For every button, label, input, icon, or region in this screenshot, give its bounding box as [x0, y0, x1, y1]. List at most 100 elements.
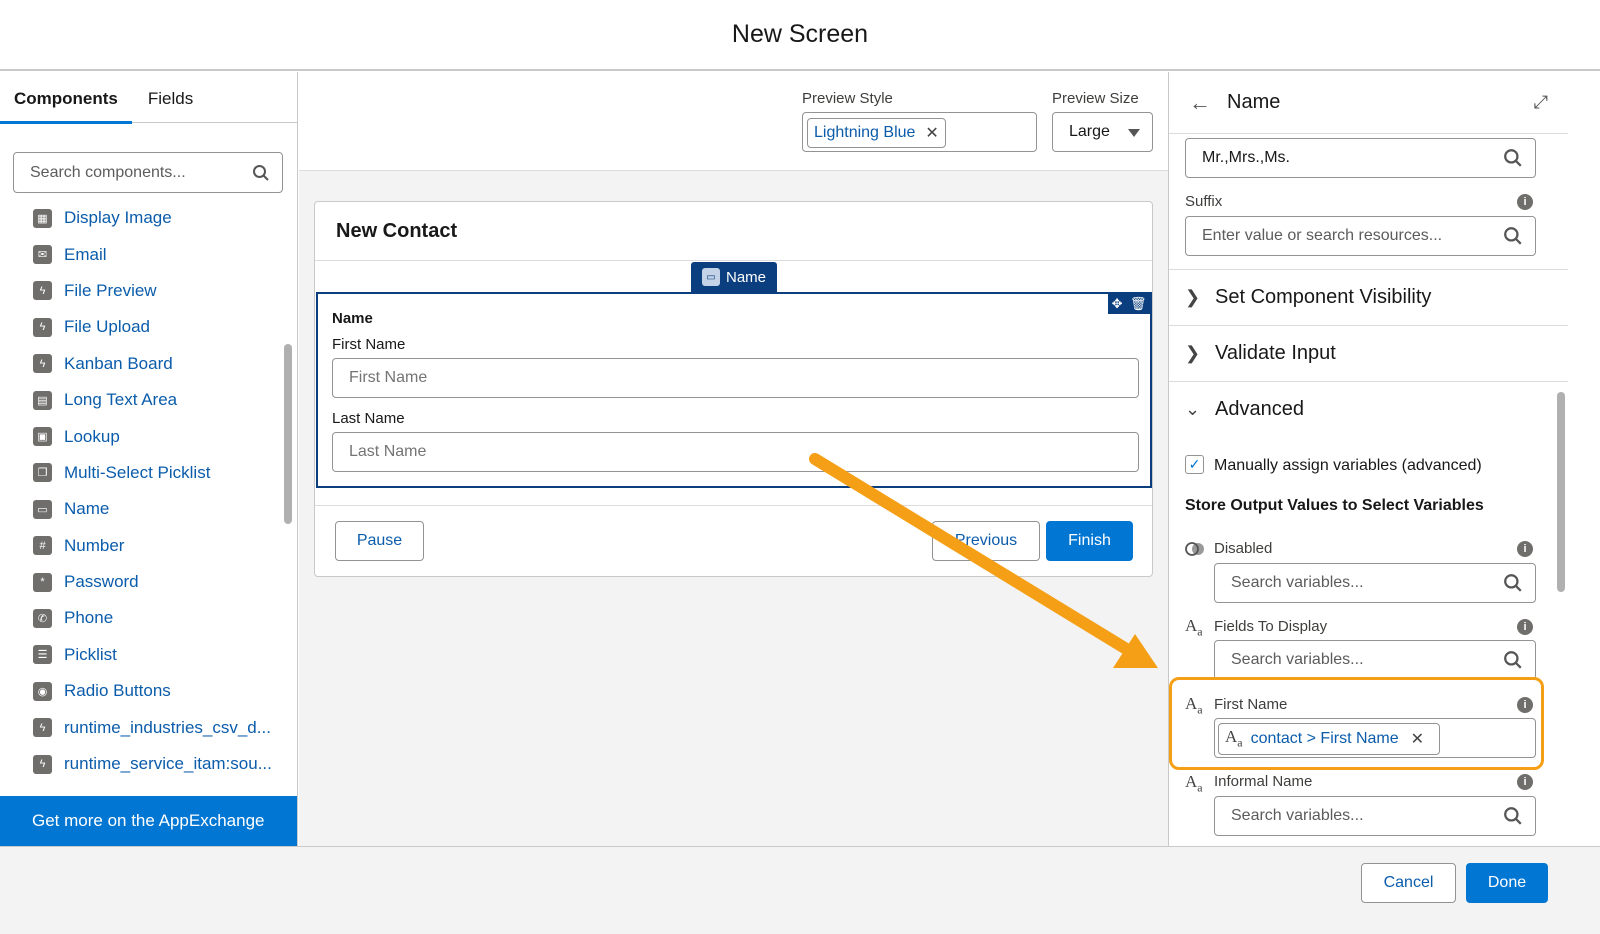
selected-component-tag[interactable]: ▭ Name [691, 262, 777, 292]
info-icon[interactable]: i [1517, 194, 1533, 210]
callout-highlight [1169, 677, 1544, 770]
preview-size-label: Preview Size [1052, 90, 1139, 107]
lightning-icon: ϟ [33, 281, 52, 301]
section-visibility[interactable]: ❯ Set Component Visibility [1169, 269, 1568, 325]
list-item[interactable]: ▭ Name [0, 491, 285, 527]
picklist-icon: ☰ [33, 645, 52, 665]
fields-display-variable-field[interactable]: Search variables... [1214, 640, 1536, 680]
panel-title: Name [1227, 91, 1281, 113]
search-icon [1504, 807, 1522, 825]
list-item[interactable]: ϟ runtime_industries_csv_d... [0, 709, 285, 745]
move-icon[interactable]: ✥ [1112, 296, 1123, 312]
informal-name-label: Informal Name [1214, 773, 1313, 790]
disabled-label: Disabled [1214, 540, 1273, 557]
first-name-label: First Name [332, 336, 406, 353]
list-item[interactable]: ▦ Display Image [0, 200, 285, 236]
components-panel: Components Fields ▦Display Image ✉Email … [0, 72, 298, 862]
search-icon [1504, 149, 1522, 167]
lightning-icon: ϟ [33, 718, 52, 738]
previous-button[interactable]: Previous [932, 521, 1040, 561]
component-search[interactable] [13, 152, 283, 193]
right-scrollbar[interactable] [1557, 392, 1565, 592]
number-icon: # [33, 536, 52, 556]
preview-style-pill[interactable]: Lightning Blue ✕ [807, 118, 946, 148]
info-icon[interactable]: i [1517, 541, 1533, 557]
suffix-field[interactable]: Enter value or search resources... [1185, 216, 1536, 256]
left-scrollbar[interactable] [284, 344, 292, 524]
finish-button[interactable]: Finish [1046, 521, 1133, 561]
list-item[interactable]: ✆ Phone [0, 600, 285, 636]
store-output-heading: Store Output Values to Select Variables [1185, 497, 1484, 514]
list-item[interactable]: ϟ File Preview [0, 273, 285, 309]
component-list: ▦ Display Image ✉ Email ϟ File Preview ϟ Fil… [0, 200, 285, 782]
modal-footer: Cancel Done [0, 846, 1600, 934]
list-item[interactable]: ϟ Kanban Board [0, 346, 285, 382]
panel-header: ← Name ⤢ [1169, 72, 1568, 134]
list-item[interactable]: ✉ Email [0, 236, 285, 272]
done-button[interactable]: Done [1466, 863, 1548, 903]
cancel-button[interactable]: Cancel [1361, 863, 1456, 903]
name-card-icon: ▭ [33, 499, 52, 519]
list-item[interactable]: ϟ runtime_service_itam:sou... [0, 746, 285, 782]
expand-icon[interactable]: ⤢ [1534, 92, 1548, 113]
info-icon[interactable]: i [1517, 619, 1533, 635]
search-input[interactable] [30, 163, 252, 182]
password-icon: * [33, 572, 52, 592]
first-name-field[interactable]: First Name [332, 358, 1139, 398]
list-item[interactable]: ❐ Multi-Select Picklist [0, 455, 285, 491]
disabled-variable-field[interactable]: Search variables... [1214, 563, 1536, 603]
screen-card: New Contact ▭ Name ✥ 🗑 Name First Name F… [314, 201, 1153, 577]
back-arrow-icon[interactable]: ← [1189, 90, 1211, 116]
lookup-icon: ▣ [33, 427, 52, 447]
chevron-right-icon: ❯ [1185, 287, 1201, 307]
preview-size-select[interactable]: Large [1052, 112, 1153, 152]
radio-icon: ◉ [33, 681, 52, 701]
tab-components[interactable]: Components [0, 72, 132, 124]
list-item[interactable]: ◉ Radio Buttons [0, 673, 285, 709]
chevron-right-icon: ❯ [1185, 343, 1201, 363]
lightning-icon: ϟ [33, 754, 52, 774]
section-advanced[interactable]: ⌄ Advanced [1169, 381, 1568, 437]
preview-style-field[interactable]: Lightning Blue ✕ [802, 112, 1037, 152]
last-name-field[interactable]: Last Name [332, 432, 1139, 472]
panel-tabs: Components Fields [0, 72, 297, 124]
chevron-down-icon: ⌄ [1185, 399, 1201, 419]
delete-icon[interactable]: 🗑 [1130, 296, 1147, 312]
lightning-icon: ϟ [33, 354, 52, 374]
textarea-icon: ▤ [33, 390, 52, 410]
list-item[interactable]: ▤ Long Text Area [0, 382, 285, 418]
section-validate[interactable]: ❯ Validate Input [1169, 325, 1568, 381]
list-item[interactable]: * Password [0, 564, 285, 600]
fields-display-label: Fields To Display [1214, 618, 1328, 635]
list-item[interactable]: # Number [0, 528, 285, 564]
last-name-label: Last Name [332, 410, 405, 427]
modal-header: New Screen [0, 0, 1600, 71]
text-type-icon: Aa [1185, 772, 1203, 795]
name-component[interactable]: ✥ 🗑 Name First Name First Name Last Name… [316, 292, 1152, 488]
modal-title: New Screen [731, 20, 869, 48]
pause-button[interactable]: Pause [335, 521, 424, 561]
informal-name-variable-field[interactable]: Search variables... [1214, 796, 1536, 836]
properties-panel: ← Name ⤢ Mr.,Mrs.,Ms. Suffix i Enter val… [1168, 72, 1568, 846]
salutation-field[interactable]: Mr.,Mrs.,Ms. [1185, 138, 1536, 178]
search-icon [1504, 574, 1522, 592]
remove-icon[interactable]: ✕ [925, 123, 938, 143]
preview-bar: Preview Style Lightning Blue ✕ Preview Si… [299, 72, 1169, 171]
info-icon[interactable]: i [1517, 774, 1533, 790]
divider [315, 505, 1152, 506]
preview-style-label: Preview Style [802, 90, 893, 107]
tab-fields[interactable]: Fields [148, 72, 193, 123]
list-item[interactable]: ☰ Picklist [0, 637, 285, 673]
image-icon: ▦ [33, 208, 52, 228]
manual-assign-checkbox[interactable]: ✓ [1185, 455, 1204, 474]
divider [315, 260, 1152, 261]
caret-down-icon [1128, 129, 1140, 137]
canvas-area: Preview Style Lightning Blue ✕ Preview Si… [299, 72, 1169, 846]
list-item[interactable]: ϟ File Upload [0, 309, 285, 345]
manual-assign-label: Manually assign variables (advanced) [1214, 457, 1482, 474]
multipicklist-icon: ❐ [33, 463, 52, 483]
component-tools: ✥ 🗑 [1108, 294, 1150, 314]
name-card-icon: ▭ [701, 268, 720, 286]
list-item[interactable]: ▣ Lookup [0, 418, 285, 454]
appexchange-link[interactable]: Get more on the AppExchange [0, 796, 297, 846]
